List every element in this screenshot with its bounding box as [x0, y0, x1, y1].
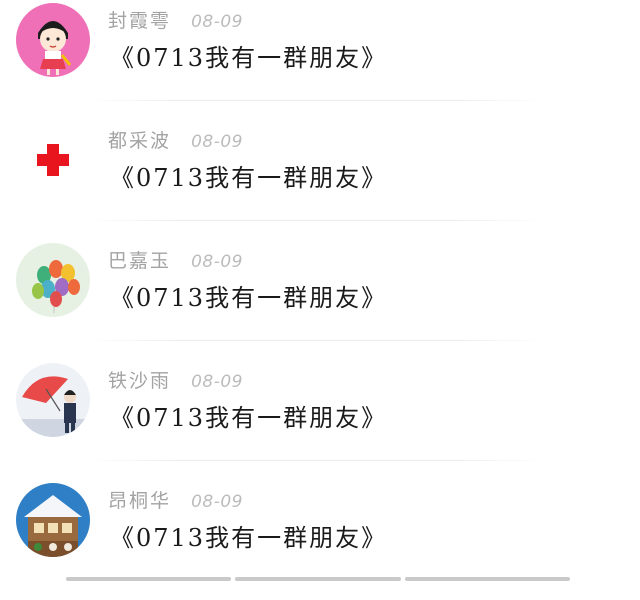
message-date: 08-09	[191, 492, 243, 512]
message-meta: 昂桐华 08-09	[108, 486, 243, 516]
list-item[interactable]: 封霞雩 08-09 《0713我有一群朋友》	[0, 0, 640, 120]
house-avatar[interactable]	[16, 483, 90, 557]
sender-name: 铁沙雨	[108, 370, 172, 392]
scrollbar-segment[interactable]	[66, 577, 232, 581]
divider	[88, 220, 544, 221]
message-date: 08-09	[191, 12, 243, 32]
scrollbar-segment[interactable]	[235, 577, 401, 581]
scrollbar-segment[interactable]	[404, 577, 570, 581]
message-date: 08-09	[191, 132, 243, 152]
message-title[interactable]: 《0713我有一群朋友》	[110, 518, 387, 553]
balloons-avatar[interactable]	[16, 243, 90, 317]
message-title[interactable]: 《0713我有一群朋友》	[110, 398, 387, 433]
sender-name: 封霞雩	[108, 10, 172, 32]
sender-name: 昂桐华	[108, 490, 172, 512]
list-item[interactable]: 铁沙雨 08-09 《0713我有一群朋友》	[0, 360, 640, 480]
message-list: 封霞雩 08-09 《0713我有一群朋友》 都采波 08-09 《0713我有…	[0, 0, 640, 600]
divider	[88, 100, 544, 101]
message-meta: 铁沙雨 08-09	[108, 366, 243, 396]
cartoon-girl-avatar[interactable]	[16, 3, 90, 77]
sender-name: 巴嘉玉	[108, 250, 172, 272]
divider	[88, 460, 544, 461]
horizontal-scrollbar[interactable]	[66, 577, 570, 581]
message-meta: 封霞雩 08-09	[108, 6, 243, 36]
message-title[interactable]: 《0713我有一群朋友》	[110, 278, 387, 313]
sender-name: 都采波	[108, 130, 172, 152]
umbrella-person-avatar[interactable]	[16, 363, 90, 437]
list-item[interactable]: 昂桐华 08-09 《0713我有一群朋友》	[0, 480, 640, 600]
list-item[interactable]: 巴嘉玉 08-09 《0713我有一群朋友》	[0, 240, 640, 360]
red-cross-avatar[interactable]	[16, 123, 90, 197]
divider	[88, 340, 544, 341]
message-title[interactable]: 《0713我有一群朋友》	[110, 38, 387, 73]
message-title[interactable]: 《0713我有一群朋友》	[110, 158, 387, 193]
message-date: 08-09	[191, 372, 243, 392]
message-date: 08-09	[191, 252, 243, 272]
list-item[interactable]: 都采波 08-09 《0713我有一群朋友》	[0, 120, 640, 240]
message-meta: 都采波 08-09	[108, 126, 243, 156]
message-meta: 巴嘉玉 08-09	[108, 246, 243, 276]
